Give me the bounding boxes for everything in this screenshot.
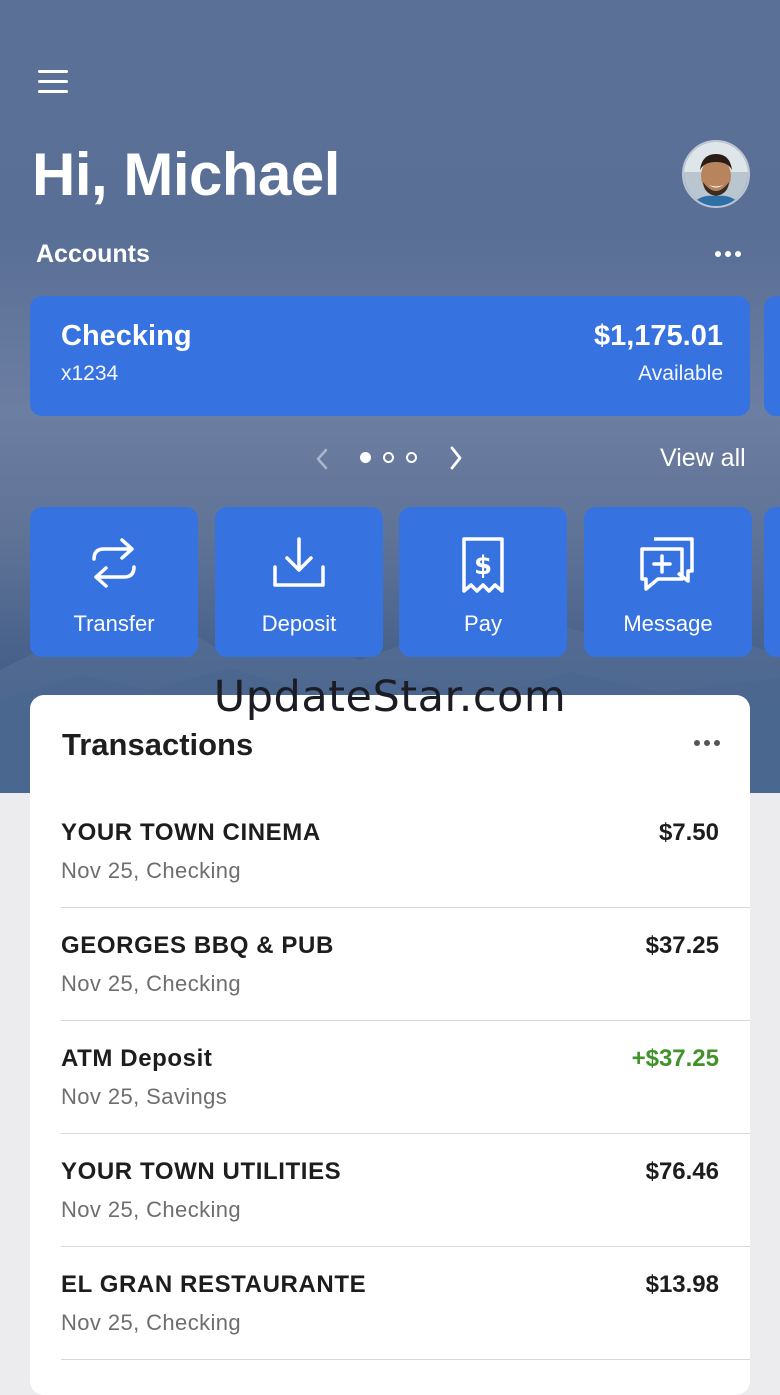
transaction-row[interactable]: YOUR TOWN CINEMA Nov 25, Checking $7.50 — [30, 795, 750, 908]
page-dot-3[interactable] — [406, 452, 417, 463]
chevron-right-icon[interactable] — [448, 446, 464, 470]
watermark-text: UpdateStar.com — [213, 672, 567, 722]
transaction-meta: Nov 25, Savings — [61, 1084, 228, 1109]
next-action-peek[interactable] — [764, 507, 780, 657]
chevron-left-icon[interactable] — [314, 448, 330, 470]
view-all-link[interactable]: View all — [660, 444, 746, 473]
transaction-merchant: YOUR TOWN UTILITIES — [61, 1158, 342, 1185]
transaction-amount: $7.50 — [658, 819, 719, 846]
greeting-title: Hi, Michael — [32, 141, 340, 208]
account-number: x1234 — [61, 362, 119, 385]
account-name: Checking — [61, 320, 192, 352]
divider — [61, 1359, 750, 1360]
menu-icon — [38, 70, 68, 73]
deposit-icon — [273, 537, 325, 587]
profile-avatar[interactable] — [682, 140, 750, 208]
pay-bill-icon: $ — [462, 537, 504, 593]
transaction-row[interactable]: GEORGES BBQ & PUB Nov 25, Checking $37.2… — [30, 908, 750, 1021]
transaction-meta: Nov 25, Checking — [61, 858, 242, 883]
transfer-button[interactable]: Transfer — [30, 507, 198, 657]
pay-label: Pay — [464, 611, 502, 636]
transaction-merchant: YOUR TOWN CINEMA — [61, 819, 321, 846]
transaction-meta: Nov 25, Checking — [61, 971, 242, 996]
transfer-label: Transfer — [73, 611, 155, 636]
transactions-card: Transactions YOUR TOWN CINEMA Nov 25, Ch… — [30, 695, 750, 1395]
next-account-card-peek[interactable] — [764, 296, 780, 416]
message-button[interactable]: Message — [584, 507, 752, 657]
transaction-merchant: ATM Deposit — [61, 1045, 213, 1072]
transaction-amount: $37.25 — [645, 932, 719, 959]
page-dot-2[interactable] — [383, 452, 394, 463]
transactions-more-button[interactable] — [694, 740, 720, 746]
transaction-row[interactable]: EL GRAN RESTAURANTE Nov 25, Checking $13… — [30, 1247, 750, 1360]
transaction-merchant: GEORGES BBQ & PUB — [61, 932, 334, 959]
accounts-label: Accounts — [36, 240, 150, 268]
transaction-merchant: EL GRAN RESTAURANTE — [61, 1271, 367, 1298]
svg-text:$: $ — [474, 551, 492, 581]
transaction-amount: +$37.25 — [631, 1045, 719, 1072]
account-balance: $1,175.01 — [593, 320, 723, 352]
deposit-label: Deposit — [261, 611, 337, 636]
account-card-checking[interactable]: Checking x1234 $1,175.01 Available — [30, 296, 750, 416]
transaction-amount: $13.98 — [645, 1271, 719, 1298]
transactions-title: Transactions — [62, 727, 254, 762]
avatar-image — [684, 142, 748, 206]
deposit-button[interactable]: Deposit — [215, 507, 383, 657]
transaction-amount: $76.46 — [645, 1158, 719, 1185]
message-icon — [640, 537, 694, 591]
transaction-row[interactable]: ATM Deposit Nov 25, Savings +$37.25 — [30, 1021, 750, 1134]
menu-button[interactable] — [38, 70, 70, 96]
transaction-meta: Nov 25, Checking — [61, 1197, 242, 1222]
pay-button[interactable]: $ Pay — [399, 507, 567, 657]
page-dot-1[interactable] — [360, 452, 371, 463]
transaction-row[interactable]: YOUR TOWN UTILITIES Nov 25, Checking $76… — [30, 1134, 750, 1247]
transaction-meta: Nov 25, Checking — [61, 1310, 242, 1335]
message-label: Message — [623, 611, 713, 636]
balance-label: Available — [638, 362, 723, 385]
accounts-more-button[interactable] — [715, 251, 741, 257]
transfer-icon — [92, 538, 136, 588]
